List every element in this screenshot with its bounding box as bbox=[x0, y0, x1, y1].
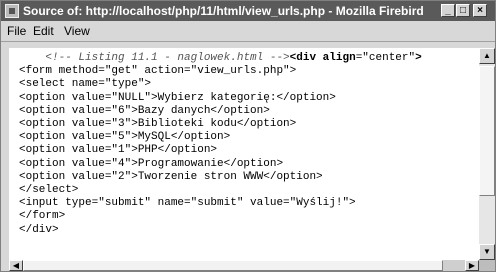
window-title: Source of: http://localhost/php/11/html/… bbox=[23, 4, 424, 18]
code-line: </form> bbox=[19, 210, 66, 223]
vertical-scroll-thumb[interactable] bbox=[479, 66, 495, 196]
maximize-button[interactable]: □ bbox=[456, 4, 470, 17]
close-button[interactable]: × bbox=[473, 4, 487, 17]
menu-edit[interactable]: Edit bbox=[33, 24, 54, 38]
menu-bar: File Edit View bbox=[1, 21, 495, 42]
source-view[interactable]: <!-- Listing 11.1 - naglowek.html --><di… bbox=[9, 48, 479, 260]
scroll-up-button[interactable]: ▲ bbox=[479, 48, 495, 64]
code-line: </div> bbox=[19, 223, 59, 236]
code-line: <option value="5">MySQL</option> bbox=[19, 131, 231, 144]
vertical-scrollbar[interactable]: ▲ ▼ bbox=[479, 48, 495, 260]
minimize-button[interactable]: _ bbox=[441, 4, 455, 17]
code-line: <input type="submit" name="submit" value… bbox=[19, 197, 356, 210]
code-line: <option value="2">Tworzenie stron WWW</o… bbox=[19, 170, 323, 183]
window-edge bbox=[1, 42, 9, 271]
source-comment: <!-- Listing 11.1 - naglowek.html --> bbox=[45, 52, 290, 64]
horizontal-scrollbar[interactable]: ◀ ▶ bbox=[9, 260, 479, 271]
menu-file[interactable]: File bbox=[7, 24, 26, 38]
first-line: <!-- Listing 11.1 - naglowek.html --><di… bbox=[45, 52, 422, 64]
code-line: </select> bbox=[19, 184, 79, 197]
code-line: <option value="NULL">Wybierz kategorię:<… bbox=[19, 91, 336, 104]
code-line: <option value="4">Programowanie</option> bbox=[19, 157, 284, 170]
resize-corner bbox=[479, 260, 495, 271]
scroll-down-button[interactable]: ▼ bbox=[479, 244, 495, 260]
code-line: <select name="type"> bbox=[19, 78, 152, 91]
horizontal-scroll-thumb[interactable] bbox=[23, 260, 443, 271]
code-line: <form method="get" action="view_urls.php… bbox=[19, 65, 297, 78]
code-line: <option value="3">Biblioteki kodu</optio… bbox=[19, 118, 297, 131]
scroll-left-button[interactable]: ◀ bbox=[9, 260, 23, 271]
menu-view[interactable]: View bbox=[64, 24, 90, 38]
source-window: Source of: http://localhost/php/11/html/… bbox=[0, 0, 496, 272]
source-code: <!-- Listing 11.1 - naglowek.html --><di… bbox=[9, 48, 479, 237]
title-bar[interactable]: Source of: http://localhost/php/11/html/… bbox=[1, 1, 495, 21]
code-line: <option value="1">PHP</option> bbox=[19, 144, 218, 157]
scroll-right-button[interactable]: ▶ bbox=[465, 260, 479, 271]
app-icon bbox=[5, 4, 19, 18]
code-line: <option value="6">Bazy danych</option> bbox=[19, 104, 270, 117]
